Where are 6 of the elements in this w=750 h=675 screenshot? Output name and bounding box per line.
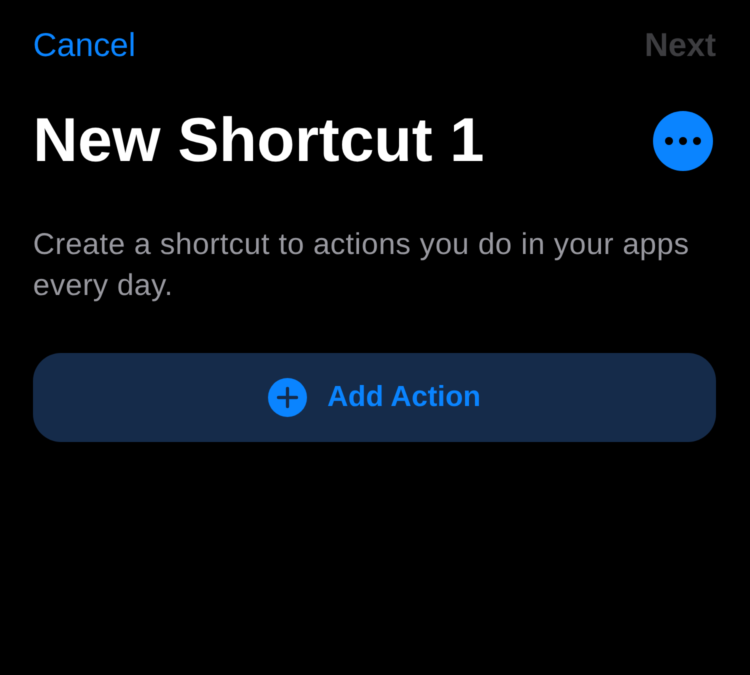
description-text: Create a shortcut to actions you do in your apps every day. bbox=[33, 227, 690, 304]
plus-icon bbox=[268, 378, 308, 417]
cancel-button[interactable]: Cancel bbox=[33, 25, 136, 65]
add-action-button[interactable]: Add Action bbox=[33, 353, 716, 442]
ellipsis-icon bbox=[665, 137, 701, 145]
shortcut-title: New Shortcut 1 bbox=[33, 105, 484, 177]
